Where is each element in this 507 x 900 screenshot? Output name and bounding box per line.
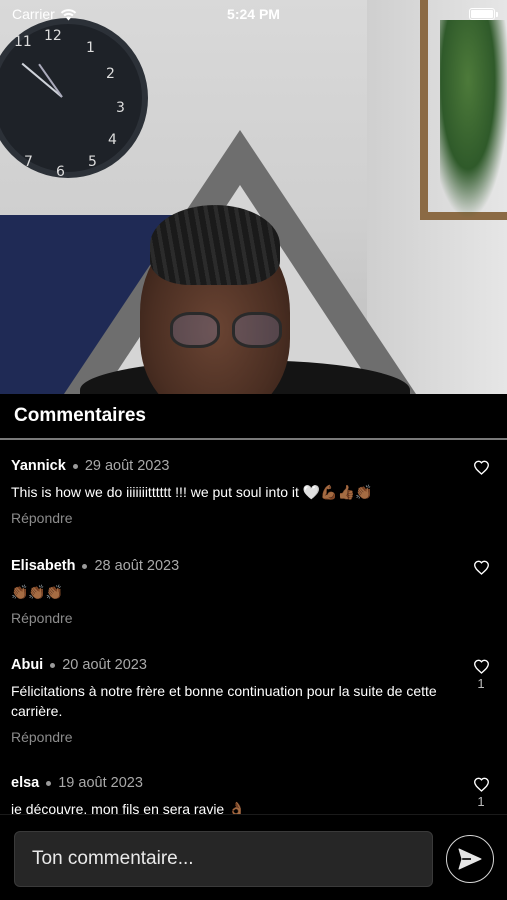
send-icon — [458, 848, 482, 870]
status-bar: Carrier 5:24 PM — [0, 0, 507, 28]
comment-item: Abui 20 août 2023 Félicitations à notre … — [0, 657, 507, 745]
separator-dot — [82, 563, 88, 569]
like-button[interactable] — [471, 560, 491, 577]
comment-date: 29 août 2023 — [84, 458, 170, 474]
separator-dot — [72, 463, 78, 469]
like-button[interactable]: 1 — [471, 659, 491, 691]
comments-panel: Commentaires Yannick 29 août 2023 This i… — [0, 394, 507, 900]
comment-author[interactable]: elsa — [11, 775, 39, 791]
comment-input[interactable]: Ton commentaire... — [14, 831, 433, 887]
reply-button[interactable]: Répondre — [11, 729, 496, 745]
wifi-icon — [60, 8, 76, 20]
comment-date: 20 août 2023 — [62, 657, 147, 673]
separator-dot — [46, 780, 52, 786]
battery-icon — [469, 8, 498, 20]
like-button[interactable] — [471, 460, 491, 477]
comment-date: 28 août 2023 — [94, 558, 180, 574]
comment-author[interactable]: Elisabeth — [11, 558, 75, 574]
heart-icon — [473, 777, 489, 792]
comment-text: Félicitations à notre frère et bonne con… — [11, 683, 437, 719]
comment-date: 19 août 2023 — [58, 775, 143, 791]
comment-item: elsa 19 août 2023 je découvre, mon fils … — [0, 775, 507, 814]
separator-dot — [50, 662, 56, 668]
reply-button[interactable]: Répondre — [11, 510, 496, 526]
comment-item: Elisabeth 28 août 2023 👏🏾👏🏾👏🏾 Répondre — [0, 558, 507, 626]
reply-button[interactable]: Répondre — [11, 610, 496, 626]
comment-text: je découvre, mon fils en sera ravie 👌🏾 — [11, 801, 246, 814]
comment-author[interactable]: Yannick — [11, 458, 66, 474]
comments-list[interactable]: Yannick 29 août 2023 This is how we do i… — [0, 442, 507, 814]
glasses-lens-right — [232, 312, 282, 348]
comment-composer: Ton commentaire... — [0, 814, 507, 900]
like-button[interactable]: 1 — [471, 777, 491, 809]
panel-title: Commentaires — [0, 394, 507, 440]
heart-icon — [473, 659, 489, 674]
send-button[interactable] — [446, 835, 494, 883]
carrier-label: Carrier — [12, 6, 55, 22]
person-hair — [150, 205, 280, 285]
glasses-lens-left — [170, 312, 220, 348]
like-count: 1 — [477, 676, 485, 691]
heart-icon — [473, 460, 489, 475]
comment-author[interactable]: Abui — [11, 657, 43, 673]
heart-icon — [473, 560, 489, 575]
comment-text: This is how we do iiiiiiitttttt !!! we p… — [11, 484, 373, 500]
comment-text: 👏🏾👏🏾👏🏾 — [11, 584, 64, 600]
like-count: 1 — [477, 794, 485, 809]
video-preview[interactable]: 12 11 1 2 3 4 5 6 7 — [0, 0, 507, 394]
comment-item: Yannick 29 août 2023 This is how we do i… — [0, 458, 507, 526]
plant — [440, 20, 507, 220]
